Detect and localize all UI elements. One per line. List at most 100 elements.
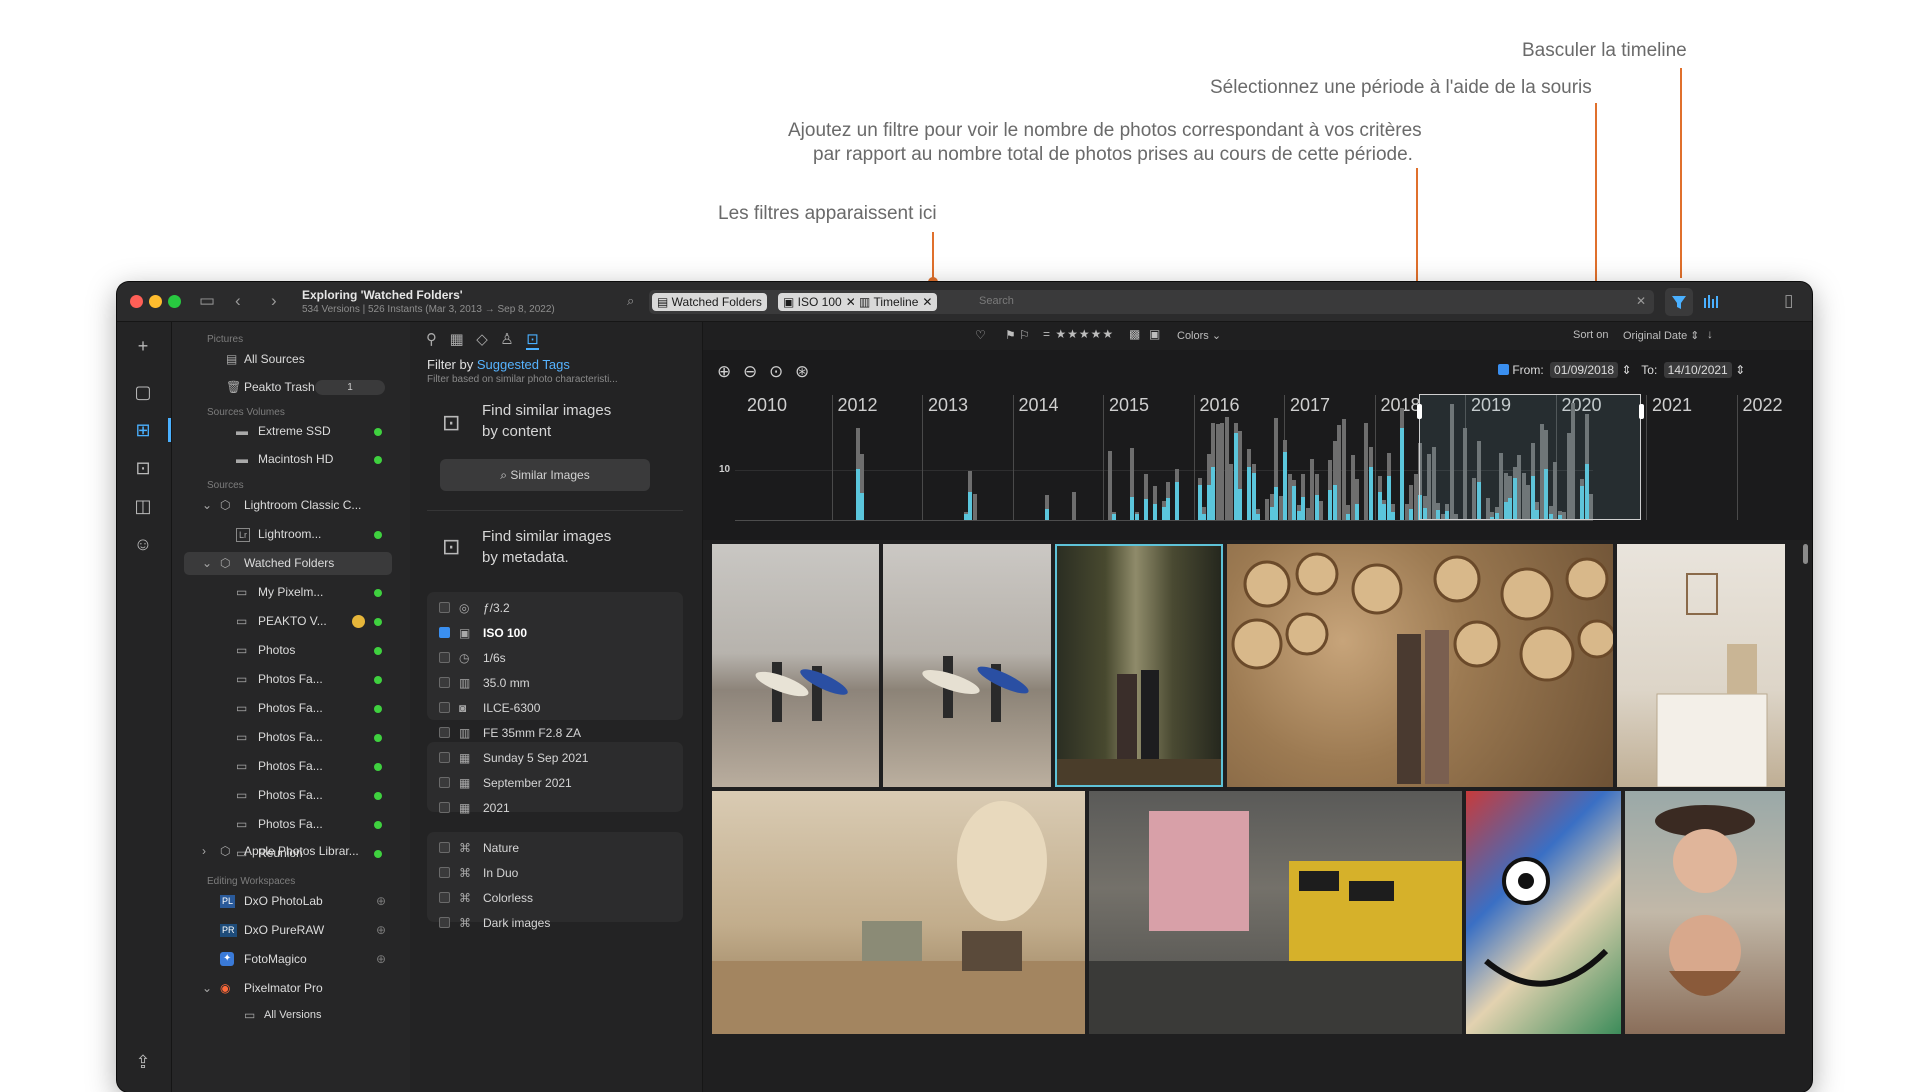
watched-folder-item[interactable]: ▭ Photos Fa... <box>172 755 404 778</box>
flag-icon[interactable]: ⚑ <box>1005 328 1016 342</box>
zoom-window-button[interactable] <box>168 295 181 308</box>
apple-photos-item[interactable]: › ⬡ Apple Photos Librar... <box>172 840 404 863</box>
filter-chip-watched-folders[interactable]: ▤ Watched Folders <box>652 293 767 311</box>
checkbox[interactable] <box>439 917 450 928</box>
sort-direction-icon[interactable]: ↓ <box>1707 327 1713 341</box>
photo-thumbnail-station[interactable] <box>1089 791 1462 1034</box>
watched-folders-item[interactable]: ⌄ ⬡ Watched Folders <box>184 552 392 575</box>
calendar-icon[interactable]: ▦ <box>450 331 464 348</box>
watched-folder-item[interactable]: ▭ Photos Fa... <box>172 697 404 720</box>
sort-dropdown[interactable]: Original Date ⇕ <box>1623 329 1699 342</box>
filter-chip-iso[interactable]: ▣ ISO 100 ✕ <box>778 293 861 311</box>
timeline[interactable]: ⊕ ⊖ ⊙ ⊛ From: 01/09/2018 ⇕ To: 14/10/202… <box>703 350 1812 540</box>
close-window-button[interactable] <box>130 295 143 308</box>
add-circle-icon[interactable]: ⊕ <box>376 919 386 942</box>
photo-thumbnail-interior-1[interactable] <box>1617 544 1785 787</box>
search-input[interactable]: Search <box>979 295 1014 307</box>
filter-chip-timeline[interactable]: ▥ Timeline ✕ <box>854 293 938 311</box>
checkbox[interactable] <box>439 802 450 813</box>
chevron-down-icon[interactable]: ⌄ <box>202 494 212 517</box>
lightroom-child-item[interactable]: Lr Lightroom... <box>172 523 404 546</box>
editor-item[interactable]: ✦ FotoMagico ⊕ <box>172 948 404 971</box>
lightroom-item[interactable]: ⌄ ⬡ Lightroom Classic C... <box>172 494 404 517</box>
checkbox[interactable] <box>439 677 450 688</box>
reject-flag-icon[interactable]: ⚐ <box>1019 328 1030 342</box>
editor-item[interactable]: PR DxO PureRAW ⊕ <box>172 919 404 942</box>
volume-item[interactable]: ▬ Macintosh HD <box>172 448 404 471</box>
rating-stars[interactable]: = ★★★★★ <box>1043 327 1114 341</box>
search-bar[interactable]: ▤ Watched Folders ▣ ISO 100 ✕ ▥ Timeline ✕… <box>649 290 1654 314</box>
zoom-in-icon[interactable]: ⊕ <box>717 362 731 382</box>
sidebar-toggle-icon[interactable]: ▭ <box>199 291 215 311</box>
from-date-field[interactable]: 01/09/2018 <box>1550 362 1619 378</box>
checkbox[interactable] <box>439 867 450 878</box>
watched-folder-item[interactable]: ▭ PEAKTO V... <box>172 610 404 633</box>
checkbox[interactable] <box>439 727 450 738</box>
video-filter-icon[interactable]: ▩ <box>1129 327 1140 341</box>
person-icon[interactable]: ♙ <box>500 331 513 348</box>
forward-icon[interactable]: › <box>271 291 277 311</box>
checkbox[interactable] <box>439 752 450 763</box>
checkbox[interactable] <box>439 842 450 853</box>
watched-folder-item[interactable]: ▭ Photos Fa... <box>172 784 404 807</box>
similar-search-icon[interactable]: ⊡ <box>526 331 539 350</box>
watched-folder-item[interactable]: ▭ Photos Fa... <box>172 668 404 691</box>
photo-filter-icon[interactable]: ▣ <box>1149 327 1160 341</box>
to-stepper[interactable]: ⇕ <box>1735 363 1745 377</box>
heart-icon[interactable]: ♡ <box>975 328 986 342</box>
photo-thumbnail-forest-couple[interactable] <box>1055 544 1223 787</box>
chevron-right-icon[interactable]: › <box>202 840 206 863</box>
people-icon[interactable]: ☺ <box>131 532 155 556</box>
checkbox[interactable] <box>439 777 450 788</box>
watched-folder-item[interactable]: ▭ Photos Fa... <box>172 726 404 749</box>
checkbox[interactable] <box>439 627 450 638</box>
share-icon[interactable]: ⇪ <box>131 1050 155 1074</box>
all-versions-item[interactable]: ▭ All Versions <box>172 1004 404 1027</box>
chevron-down-icon[interactable]: ⌄ <box>202 977 212 1000</box>
zoom-fit-icon[interactable]: ⊙ <box>769 362 783 382</box>
filter-toggle-button[interactable] <box>1665 288 1693 316</box>
suggested-tags-link[interactable]: Suggested Tags <box>477 357 570 372</box>
checkbox[interactable] <box>439 702 450 713</box>
back-icon[interactable]: ‹ <box>235 291 241 311</box>
timeline-toggle-button[interactable] <box>1697 288 1725 316</box>
trash-item[interactable]: 🗑 Peakto Trash 1 <box>172 376 404 399</box>
checkbox[interactable] <box>439 602 450 613</box>
volume-item[interactable]: ▬ Extreme SSD <box>172 420 404 443</box>
watched-folder-item[interactable]: ▭ My Pixelm... <box>172 581 404 604</box>
zoom-out-icon[interactable]: ⊖ <box>743 362 757 382</box>
editor-item[interactable]: ⌄ ◉ Pixelmator Pro <box>172 977 404 1000</box>
all-sources-item[interactable]: ▤ All Sources <box>172 348 404 371</box>
checkbox[interactable] <box>439 652 450 663</box>
watched-folder-item[interactable]: ▭ Photos Fa... <box>172 813 404 836</box>
minimize-window-button[interactable] <box>149 295 162 308</box>
photo-thumbnail-portrait[interactable] <box>1625 791 1785 1034</box>
from-stepper[interactable]: ⇕ <box>1621 363 1631 377</box>
add-icon[interactable]: + <box>131 334 155 358</box>
similar-images-button[interactable]: ⌕ Similar Images <box>440 459 650 491</box>
inspector-toggle-icon[interactable]: ▯ <box>1784 291 1793 311</box>
remove-chip-icon[interactable]: ✕ <box>922 295 932 309</box>
checkbox[interactable] <box>439 892 450 903</box>
single-view-icon[interactable]: ▢ <box>131 380 155 404</box>
add-circle-icon[interactable]: ⊕ <box>376 948 386 971</box>
selection-handle-right[interactable] <box>1639 404 1644 419</box>
from-checkbox[interactable] <box>1498 364 1509 375</box>
colors-dropdown[interactable]: Colors ⌄ <box>1177 329 1221 342</box>
hierarchy-icon[interactable]: ⚲ <box>426 331 437 348</box>
grid-scrollbar[interactable] <box>1803 544 1808 564</box>
photo-thumbnail-graffiti[interactable] <box>1466 791 1621 1034</box>
add-circle-icon[interactable]: ⊕ <box>376 890 386 913</box>
editor-item[interactable]: PL DxO PhotoLab ⊕ <box>172 890 404 913</box>
tag-icon[interactable]: ◇ <box>476 331 488 348</box>
zoom-reset-icon[interactable]: ⊛ <box>795 362 809 382</box>
import-icon[interactable]: ⊡ <box>131 456 155 480</box>
grid-view-icon[interactable]: ⊞ <box>131 418 155 442</box>
photo-thumbnail-surfers-1[interactable] <box>712 544 879 787</box>
clear-search-icon[interactable]: ✕ <box>1636 294 1646 308</box>
chevron-down-icon[interactable]: ⌄ <box>202 552 212 575</box>
to-date-field[interactable]: 14/10/2021 <box>1663 362 1732 378</box>
photo-thumbnail-interior-2[interactable] <box>712 791 1085 1034</box>
map-icon[interactable]: ◫ <box>131 494 155 518</box>
photo-thumbnail-logs-couple[interactable] <box>1227 544 1613 787</box>
